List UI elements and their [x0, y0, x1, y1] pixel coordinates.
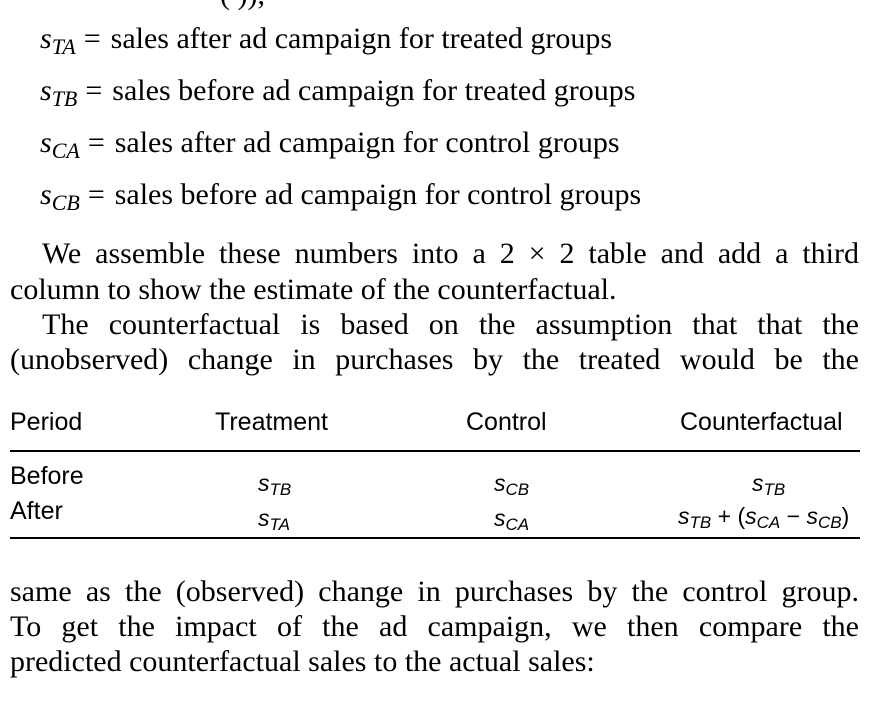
- symbol: sTA: [40, 22, 76, 59]
- row-label-after: After: [10, 497, 63, 525]
- clipped-top-line: ( )),: [220, 0, 265, 10]
- definition-sta: sTA = sales after ad campaign for treated …: [40, 22, 612, 64]
- definition-stb: sTB = sales before ad campaign for treated…: [40, 74, 635, 116]
- header-counterfactual: Counterfactual: [680, 408, 843, 436]
- paragraph-3-line-2: To get the impact of the ad campaign, we…: [10, 610, 859, 643]
- cell-after-control: sCA: [494, 505, 530, 534]
- counterfactual-table: Period Treatment Control Counterfactual …: [10, 400, 860, 545]
- header-treatment: Treatment: [215, 408, 329, 436]
- cell-after-treatment: sTA: [258, 505, 290, 534]
- paragraph-2-line-1: The counterfactual is based on the assum…: [42, 308, 859, 341]
- paragraph-1-line-2: column to show the estimate of the count…: [10, 273, 617, 306]
- definition-sca: sCA = sales after ad campaign for control …: [40, 126, 620, 168]
- paragraph-3-line-3: predicted counterfactual sales to the ac…: [10, 645, 595, 678]
- paragraph-2-line-2: (unobserved) change in purchases by the …: [10, 343, 859, 376]
- symbol: sCB: [40, 178, 80, 215]
- cell-before-counterfactual: sTB: [752, 470, 786, 499]
- header-control: Control: [466, 408, 547, 436]
- paragraph-3-line-1: same as the (observed) change in purchas…: [10, 575, 859, 608]
- definition-scb: sCB = sales before ad campaign for control…: [40, 178, 641, 220]
- header-period: Period: [10, 408, 83, 436]
- symbol: sCA: [40, 126, 80, 163]
- symbol: sTB: [40, 74, 78, 111]
- table-header-rule: [10, 450, 860, 452]
- cell-before-treatment: sTB: [258, 470, 292, 499]
- cell-after-counterfactual: sTB + (sCA − sCB): [678, 503, 850, 532]
- paragraph-1-line-1: We assemble these numbers into a 2 × 2 t…: [42, 237, 859, 270]
- row-label-before: Before: [10, 462, 84, 490]
- table-bottom-rule: [10, 537, 860, 539]
- cell-before-control: sCB: [494, 470, 530, 499]
